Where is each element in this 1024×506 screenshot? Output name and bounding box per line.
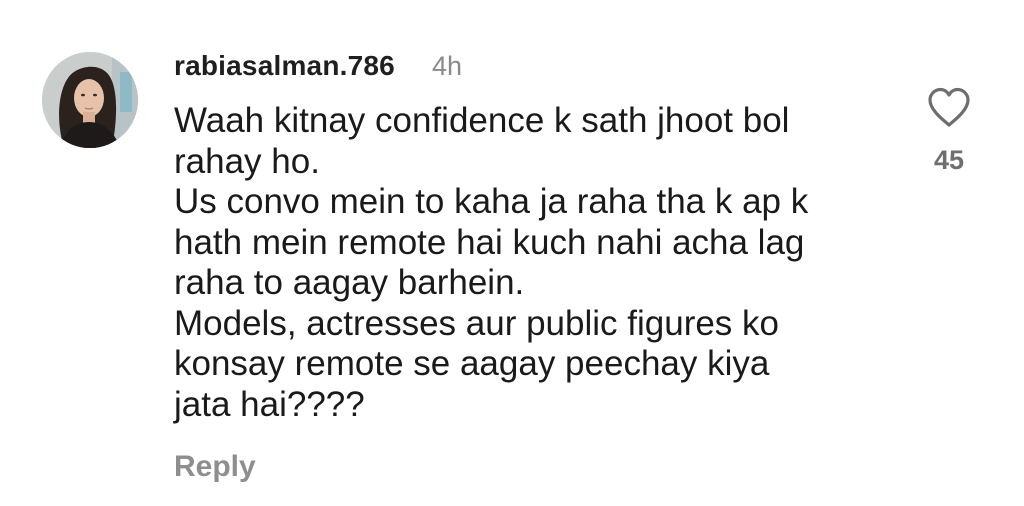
comment-line: hath mein remote hai kuch nahi acha lag	[174, 222, 805, 262]
timestamp: 4h	[432, 51, 463, 81]
reply-button[interactable]: Reply	[174, 447, 256, 487]
comment-line: konsay remote se aagay peechay kiya	[174, 344, 770, 383]
like-count: 45	[933, 145, 965, 175]
username[interactable]: rabiasalman.786	[174, 48, 395, 84]
profile-photo-icon	[42, 52, 138, 148]
heart-outline-icon[interactable]	[926, 86, 972, 128]
comment-line: Waah kitnay confidence k sath jhoot bol	[174, 101, 790, 140]
comment-item: rabiasalman.786 4h Waah kitnay confidenc…	[0, 0, 1024, 506]
comment-line: jata hai????	[174, 384, 365, 424]
comment-line: raha to aagay barhein.	[174, 263, 525, 302]
comment-line: Us convo mein to kaha ja raha tha k ap k	[174, 182, 809, 221]
comment-line: rahay ho.	[174, 141, 320, 181]
comment-text: Waah kitnay confidence k sath jhoot bol …	[174, 101, 894, 425]
comment-line: Models, actresses aur public figures ko	[174, 303, 779, 343]
avatar[interactable]	[42, 52, 138, 148]
